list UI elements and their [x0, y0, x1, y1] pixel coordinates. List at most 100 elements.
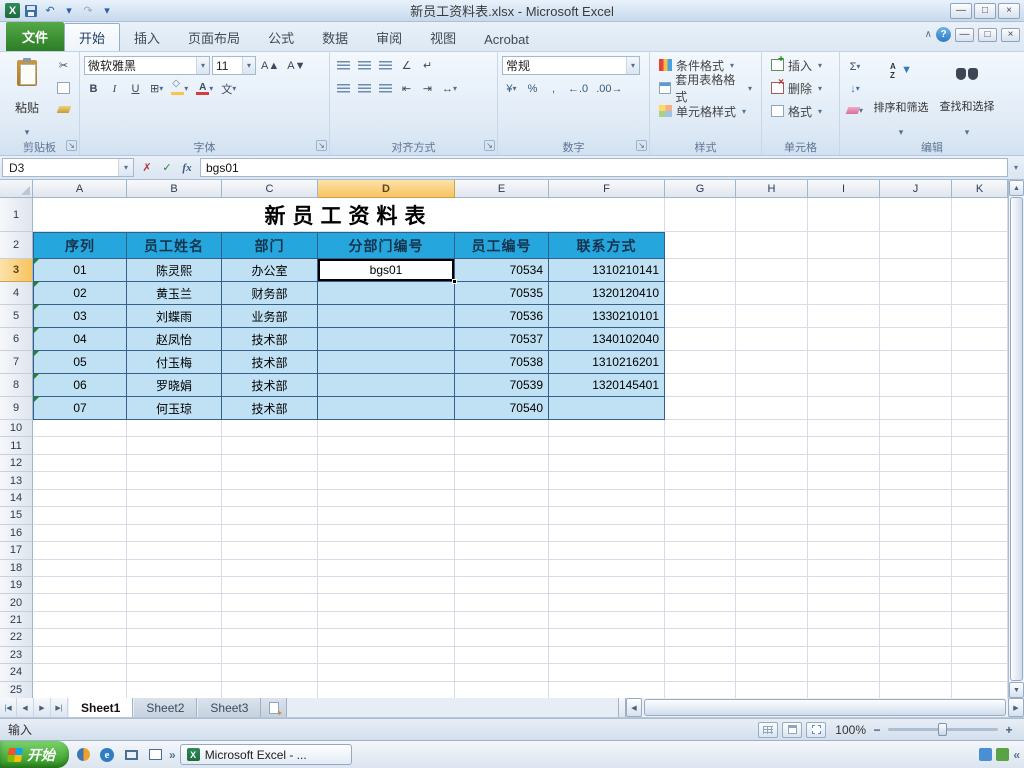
autosum-button[interactable]: Σ▾ — [844, 57, 866, 76]
cell-E21[interactable] — [455, 612, 549, 629]
cell-A11[interactable] — [33, 437, 127, 454]
minimize-ribbon-icon[interactable]: ∧ — [925, 29, 932, 40]
cell-K17[interactable] — [952, 542, 1008, 559]
row-header-19[interactable]: 19 — [0, 577, 33, 594]
cell-K1[interactable] — [952, 198, 1008, 232]
cell-J19[interactable] — [880, 577, 952, 594]
cell-H20[interactable] — [736, 594, 808, 611]
insert-worksheet-button[interactable] — [261, 698, 287, 717]
help-icon[interactable]: ? — [936, 27, 951, 42]
cell-H6[interactable] — [736, 328, 808, 351]
cell-J12[interactable] — [880, 455, 952, 472]
redo-button[interactable]: ↷ — [80, 3, 96, 19]
cell-J11[interactable] — [880, 437, 952, 454]
close-button[interactable]: × — [998, 3, 1020, 19]
cell-G6[interactable] — [665, 328, 736, 351]
tab-acrobat[interactable]: Acrobat — [470, 28, 543, 51]
undo-button[interactable]: ↶ — [42, 3, 58, 19]
quick-launch-browser-icon[interactable]: e — [97, 745, 117, 765]
cell-F20[interactable] — [549, 594, 665, 611]
cell-E7[interactable]: 70538 — [455, 351, 549, 374]
cell-D22[interactable] — [318, 629, 455, 646]
page-layout-view-button[interactable] — [782, 722, 802, 738]
tray-icon-1[interactable] — [979, 748, 992, 761]
cell-J5[interactable] — [880, 305, 952, 328]
cell-K13[interactable] — [952, 472, 1008, 489]
cell-E10[interactable] — [455, 420, 549, 437]
cell-K19[interactable] — [952, 577, 1008, 594]
cell-A24[interactable] — [33, 664, 127, 681]
cell-D25[interactable] — [318, 682, 455, 698]
tab-insert[interactable]: 插入 — [120, 24, 174, 51]
cell-A8[interactable]: 06 — [33, 374, 127, 397]
cell-A19[interactable] — [33, 577, 127, 594]
tab-home[interactable]: 开始 — [64, 23, 120, 51]
cell-H4[interactable] — [736, 282, 808, 305]
cell-J8[interactable] — [880, 374, 952, 397]
cell-C6[interactable]: 技术部 — [222, 328, 318, 351]
cell-K10[interactable] — [952, 420, 1008, 437]
cell-G1[interactable] — [665, 198, 736, 232]
cell-D3[interactable]: bgs01 — [318, 259, 455, 282]
cell-I2[interactable] — [808, 232, 880, 259]
cell-G19[interactable] — [665, 577, 736, 594]
selection-fill-handle[interactable] — [452, 279, 457, 284]
cell-G7[interactable] — [665, 351, 736, 374]
cell-A10[interactable] — [33, 420, 127, 437]
cell-A15[interactable] — [33, 507, 127, 524]
tab-formulas[interactable]: 公式 — [254, 24, 308, 51]
number-format-select[interactable]: 常规▾ — [502, 56, 640, 75]
cell-B24[interactable] — [127, 664, 222, 681]
cell-D19[interactable] — [318, 577, 455, 594]
cell-E15[interactable] — [455, 507, 549, 524]
cell-H9[interactable] — [736, 397, 808, 420]
cell-J18[interactable] — [880, 560, 952, 577]
cell-E6[interactable]: 70537 — [455, 328, 549, 351]
tab-page-layout[interactable]: 页面布局 — [174, 24, 254, 51]
cell-F23[interactable] — [549, 647, 665, 664]
cell-J17[interactable] — [880, 542, 952, 559]
cell-G10[interactable] — [665, 420, 736, 437]
cell-E18[interactable] — [455, 560, 549, 577]
cell-J25[interactable] — [880, 682, 952, 698]
row-header-20[interactable]: 20 — [0, 594, 33, 611]
cell-I10[interactable] — [808, 420, 880, 437]
cell-B4[interactable]: 黄玉兰 — [127, 282, 222, 305]
cell-C21[interactable] — [222, 612, 318, 629]
cell-H24[interactable] — [736, 664, 808, 681]
cell-G9[interactable] — [665, 397, 736, 420]
row-header-23[interactable]: 23 — [0, 647, 33, 664]
cell-G13[interactable] — [665, 472, 736, 489]
cell-C25[interactable] — [222, 682, 318, 698]
cells-grid[interactable]: 1新员工资料表2序列员工姓名部门分部门编号员工编号联系方式301陈灵熙办公室bg… — [0, 198, 1008, 698]
column-header-E[interactable]: E — [455, 180, 549, 198]
scroll-up-button[interactable]: ▲ — [1009, 180, 1024, 196]
row-header-6[interactable]: 6 — [0, 328, 33, 351]
tab-split-handle[interactable] — [618, 698, 626, 717]
cell-C8[interactable]: 技术部 — [222, 374, 318, 397]
cell-G2[interactable] — [665, 232, 736, 259]
cell-E17[interactable] — [455, 542, 549, 559]
cell-K3[interactable] — [952, 259, 1008, 282]
cell-G5[interactable] — [665, 305, 736, 328]
row-header-10[interactable]: 10 — [0, 420, 33, 437]
cell-F8[interactable]: 1320145401 — [549, 374, 665, 397]
sheet-tab-Sheet2[interactable]: Sheet2 — [133, 698, 197, 717]
cell-B22[interactable] — [127, 629, 222, 646]
cell-J4[interactable] — [880, 282, 952, 305]
cell-F25[interactable] — [549, 682, 665, 698]
cell-J9[interactable] — [880, 397, 952, 420]
cell-D10[interactable] — [318, 420, 455, 437]
cell-G24[interactable] — [665, 664, 736, 681]
cell-C9[interactable]: 技术部 — [222, 397, 318, 420]
decrease-indent-button[interactable]: ⇤ — [397, 79, 416, 98]
cell-K16[interactable] — [952, 525, 1008, 542]
scroll-left-button[interactable]: ◀ — [626, 698, 642, 717]
fill-color-dropdown-icon[interactable]: ▾ — [184, 84, 188, 93]
name-box-dropdown-icon[interactable]: ▾ — [118, 159, 133, 176]
cell-F7[interactable]: 1310216201 — [549, 351, 665, 374]
cell-I3[interactable] — [808, 259, 880, 282]
cell-H22[interactable] — [736, 629, 808, 646]
save-button[interactable] — [23, 3, 39, 19]
cell-K14[interactable] — [952, 490, 1008, 507]
